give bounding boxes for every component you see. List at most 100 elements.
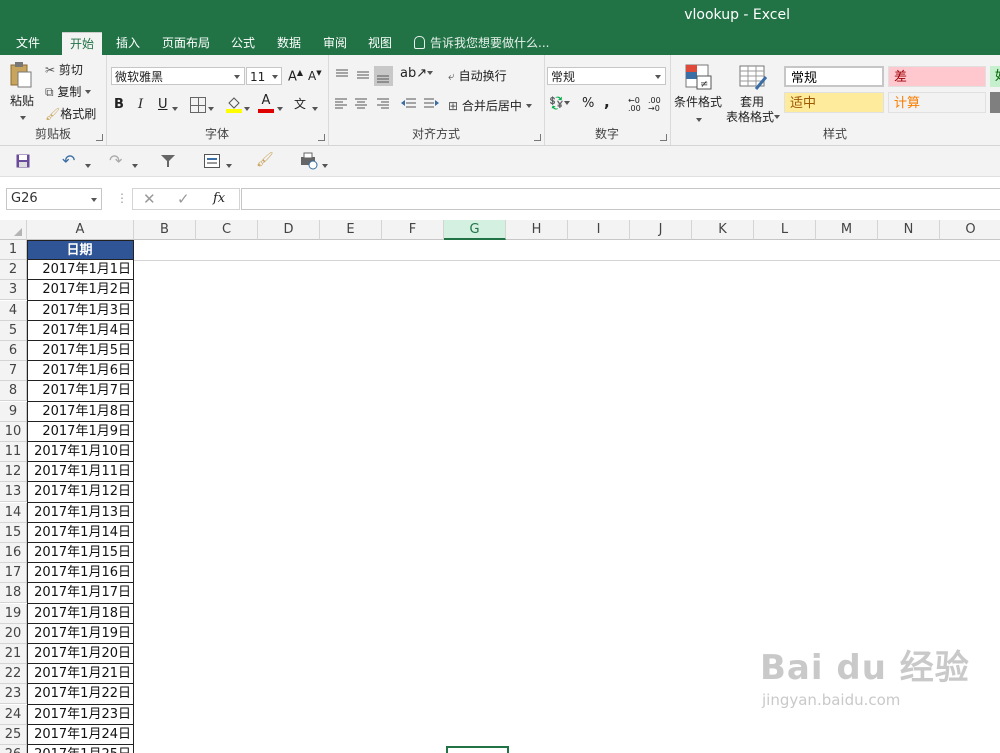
undo-icon[interactable]: ↶ [62,151,75,170]
row-header[interactable]: 16 [0,543,27,563]
date-cell[interactable]: 2017年1月19日 [27,623,134,644]
percent-style-icon[interactable]: % [582,96,594,111]
column-header-l[interactable]: L [754,220,816,240]
paste-label[interactable]: 粘贴 [10,92,34,109]
paste-button[interactable] [9,61,33,89]
date-cell[interactable]: 2017年1月21日 [27,664,134,685]
tab-2[interactable]: 插入 [108,32,148,55]
cell-style-1[interactable]: 差 [888,66,986,87]
underline-button[interactable]: U [158,97,168,112]
cell-style-2[interactable]: 适中 [784,92,884,113]
conditional-format-button[interactable]: ≠ [684,63,714,93]
row-header[interactable]: 5 [0,320,27,341]
date-cell[interactable]: 2017年1月1日 [27,260,134,281]
row-header[interactable]: 8 [0,381,27,402]
row-header[interactable]: 11 [0,442,27,462]
undo-dropdown-icon[interactable] [85,159,91,173]
italic-button[interactable]: I [138,97,143,112]
insert-function-icon[interactable]: fx [213,191,225,206]
date-cell[interactable]: 2017年1月13日 [27,502,134,523]
row-header[interactable]: 12 [0,462,27,483]
date-cell[interactable]: 2017年1月8日 [27,401,134,422]
date-cell[interactable]: 2017年1月5日 [27,341,134,362]
orientation-icon[interactable]: ab↗ [400,66,434,81]
date-cell[interactable]: 2017年1月12日 [27,482,134,503]
number-format-select[interactable]: 常规 [547,67,666,85]
row-header[interactable]: 17 [0,563,27,584]
indent-icons[interactable] [400,96,440,112]
borders-dropdown-icon[interactable] [208,102,214,116]
date-cell[interactable]: 2017年1月6日 [27,361,134,382]
row-header[interactable]: 24 [0,704,27,725]
column-header-n[interactable]: N [878,220,940,240]
redo-dropdown-icon[interactable] [132,159,138,173]
row-header[interactable]: 23 [0,684,27,705]
tab-6[interactable]: 审阅 [315,32,355,55]
date-cell[interactable]: 2017年1月23日 [27,704,134,725]
column-header-d[interactable]: D [258,220,320,240]
name-box[interactable]: G26 [6,188,102,210]
font-launcher-icon[interactable] [318,134,325,141]
tell-me-search[interactable]: 告诉我您想要做什么... [414,32,549,55]
row-header[interactable]: 25 [0,724,27,745]
date-header-cell[interactable]: 日期 [27,240,134,261]
phonetic-icon[interactable]: 文 [294,95,306,112]
column-header-f[interactable]: F [382,220,444,240]
date-cell[interactable]: 2017年1月20日 [27,644,134,665]
tab-4[interactable]: 公式 [223,32,263,55]
row-header[interactable]: 1 [0,240,27,260]
style-good-partial[interactable]: 好 [990,66,1000,87]
date-cell[interactable]: 2017年1月18日 [27,603,134,624]
phonetic-dropdown-icon[interactable] [312,102,318,116]
date-cell[interactable]: 2017年1月7日 [27,381,134,402]
format-table-label-2[interactable]: 表格格式 [726,108,781,125]
date-cell[interactable]: 2017年1月15日 [27,543,134,564]
font-color-button[interactable]: A [258,94,274,113]
fill-color-button[interactable] [226,95,242,113]
horizontal-align-icons[interactable] [333,96,393,112]
more-options-icon[interactable]: ⋮ [116,191,128,205]
date-cell[interactable]: 2017年1月4日 [27,320,134,341]
underline-dropdown-icon[interactable] [172,102,178,116]
date-cell[interactable]: 2017年1月14日 [27,522,134,543]
tab-1[interactable]: 开始 [62,32,103,56]
column-header-g[interactable]: G [444,220,506,240]
cell-style-0[interactable]: 常规 [784,66,884,87]
merge-center-button[interactable]: ⊞ 合并后居中 [448,97,532,114]
print-preview-icon[interactable] [300,152,318,170]
row-header[interactable]: 15 [0,522,27,543]
format-as-table-button[interactable] [738,63,768,93]
row-header[interactable]: 7 [0,361,27,382]
row-header[interactable]: 6 [0,341,27,361]
shrink-font-icon[interactable]: A▼ [308,69,322,83]
enter-icon[interactable]: ✓ [177,190,190,208]
conditional-format-label[interactable]: 条件格式 [674,93,722,110]
cancel-icon[interactable]: ✕ [143,190,156,208]
cut-button[interactable]: ✂ 剪切 [45,61,83,78]
borders-icon[interactable] [190,97,206,113]
row-header[interactable]: 19 [0,603,27,624]
row-header[interactable]: 21 [0,644,27,664]
row-header[interactable]: 26 [0,745,27,753]
select-all-corner[interactable] [0,220,27,240]
copy-button[interactable]: ⧉ 复制 [45,83,92,100]
row-header[interactable]: 10 [0,421,27,442]
vertical-align-icons[interactable] [333,66,393,86]
date-cell[interactable]: 2017年1月9日 [27,421,134,442]
row-header[interactable]: 14 [0,502,27,523]
date-cell[interactable]: 2017年1月16日 [27,563,134,584]
number-launcher-icon[interactable] [660,134,667,141]
column-header-i[interactable]: I [568,220,630,240]
format-painter-button[interactable]: 🖌格式刷 [45,105,96,122]
date-cell[interactable]: 2017年1月25日 [27,745,134,753]
alignment-launcher-icon[interactable] [534,134,541,141]
fill-dropdown-icon[interactable] [244,102,250,116]
column-header-c[interactable]: C [196,220,258,240]
increase-decimal-icon[interactable]: ←0.00 [628,97,641,113]
print-dropdown-icon[interactable] [322,159,328,173]
accounting-format-icon[interactable]: 💱 [549,96,570,110]
date-cell[interactable]: 2017年1月22日 [27,684,134,705]
format-painter-qat-icon[interactable]: 🖌 [256,152,274,168]
column-header-b[interactable]: B [134,220,196,240]
wrap-text-button[interactable]: ⤶ 自动换行 [448,67,507,84]
